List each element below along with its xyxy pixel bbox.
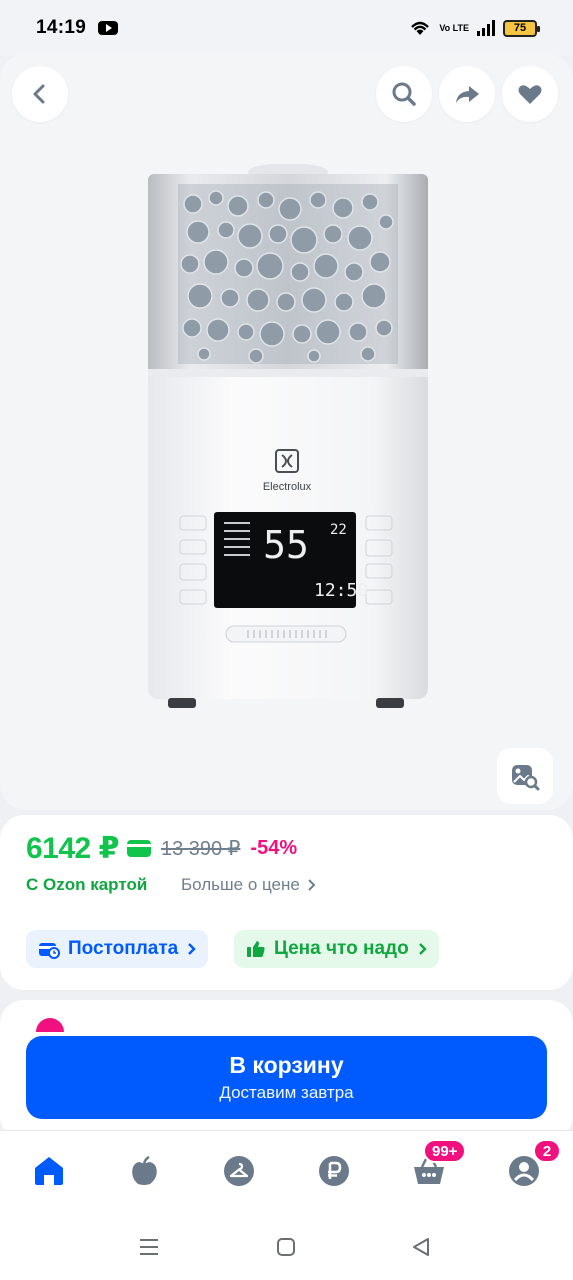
display-humidity: 55: [263, 523, 309, 567]
profile-icon: [509, 1156, 539, 1186]
volte-indicator: Vo LTE: [439, 22, 469, 33]
signal-icon: [477, 20, 495, 36]
favorite-button[interactable]: [502, 66, 558, 122]
delivery-label: Доставим завтра: [219, 1083, 354, 1102]
photo-search-icon: [512, 765, 540, 791]
youtube-notification-icon: [98, 21, 119, 35]
recent-apps-icon[interactable]: [138, 1236, 160, 1258]
profile-notification-badge: 2: [533, 1139, 561, 1163]
chevron-right-icon: [418, 943, 427, 955]
discount-badge: -54%: [250, 837, 298, 859]
more-about-price-label: Больше о цене: [181, 875, 300, 894]
fair-price-chip[interactable]: Цена что надо: [234, 930, 439, 968]
hanger-icon: [224, 1156, 254, 1186]
product-image[interactable]: Electrolux 55 22 12:50: [138, 164, 438, 724]
nav-finance[interactable]: [316, 1153, 352, 1189]
chevron-right-icon: [188, 943, 196, 955]
add-to-cart-label: В корзину: [229, 1052, 344, 1078]
wallet-clock-icon: [39, 943, 60, 959]
back-system-icon[interactable]: [410, 1236, 432, 1258]
postpay-label: Постоплата: [68, 938, 179, 959]
home-icon: [35, 1157, 63, 1185]
heart-icon: [518, 85, 542, 104]
current-price: 6142 ₽: [26, 832, 119, 865]
nav-home[interactable]: [31, 1153, 67, 1189]
bottom-nav: 99+ 2: [0, 1130, 573, 1215]
home-system-icon[interactable]: [275, 1236, 297, 1258]
price-section: 6142 ₽ 13 390 ₽ -54% С Ozon картой Больш…: [0, 815, 573, 990]
ozon-card-label: С Ozon картой: [26, 875, 148, 894]
chevron-left-icon: [33, 84, 45, 104]
price-row: 6142 ₽ 13 390 ₽ -54%: [26, 831, 297, 866]
add-to-cart-button[interactable]: В корзину Доставим завтра: [26, 1036, 547, 1119]
share-icon: [456, 86, 479, 103]
search-button[interactable]: [376, 66, 432, 122]
nav-catalog[interactable]: [221, 1153, 257, 1189]
chevron-right-icon: [308, 879, 316, 891]
battery-icon: 75: [503, 19, 540, 37]
share-button[interactable]: [439, 66, 495, 122]
thumbs-up-icon: [247, 941, 265, 957]
display-temperature: 22: [330, 522, 347, 538]
display-clock: 12:50: [314, 580, 368, 601]
more-about-price-link[interactable]: Больше о цене: [181, 875, 316, 895]
image-search-button[interactable]: [497, 748, 553, 804]
product-gallery[interactable]: Electrolux 55 22 12:50: [0, 54, 573, 810]
product-screen: 14:19 Vo LTE 75 Electrolux 55 22 12:50 6…: [0, 0, 573, 1280]
status-time: 14:19: [36, 17, 87, 38]
search-icon: [392, 82, 416, 106]
ruble-icon: [319, 1156, 349, 1186]
nav-fresh[interactable]: [126, 1153, 162, 1189]
apple-icon: [132, 1155, 157, 1185]
seller-logo: [36, 1018, 64, 1032]
wifi-icon: [411, 21, 430, 35]
system-nav-bar: [0, 1215, 573, 1280]
cart-count-badge: 99+: [423, 1139, 467, 1163]
status-icons: Vo LTE 75: [409, 19, 540, 37]
postpay-chip[interactable]: Постоплата: [26, 930, 209, 968]
device-brand: Electrolux: [263, 481, 312, 493]
status-bar: 14:19 Vo LTE 75: [0, 0, 573, 56]
fair-price-label: Цена что надо: [274, 938, 409, 959]
back-button[interactable]: [12, 66, 68, 122]
old-price: 13 390 ₽: [160, 838, 241, 860]
ozon-card-icon: [126, 840, 151, 857]
